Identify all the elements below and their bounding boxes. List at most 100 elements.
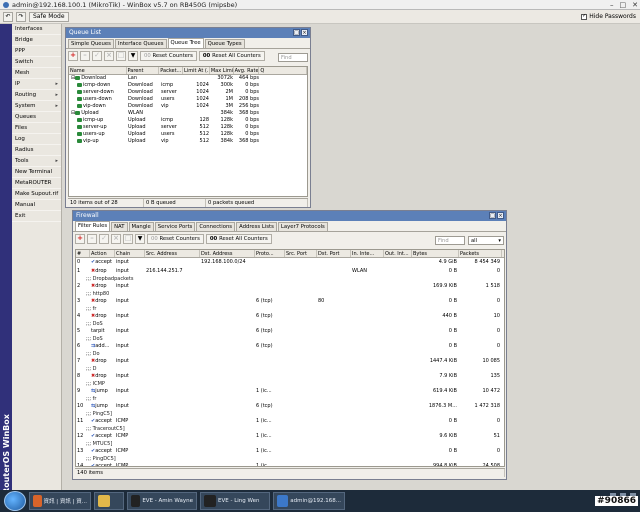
sidebar-item-ip[interactable]: IP ▸ (12, 79, 61, 90)
column-header[interactable]: Proto... (255, 250, 285, 257)
table-row[interactable]: server-down Download server 1024 2M 0 bps (69, 89, 307, 96)
minimize-icon[interactable]: – (610, 1, 614, 9)
table-row[interactable]: users-down Download users 1024 1M 208 bps (69, 96, 307, 103)
taskbar-item[interactable] (94, 492, 124, 510)
column-header[interactable]: Chain (115, 250, 145, 257)
tab-address-lists[interactable]: Address Lists (236, 222, 277, 231)
maximize-icon[interactable]: □ (620, 1, 627, 9)
sidebar-item-manual[interactable]: Manual (12, 200, 61, 211)
tab-connections[interactable]: Connections (196, 222, 236, 231)
tab-mangle[interactable]: Mangle (128, 222, 154, 231)
table-row[interactable]: ;;; Do 7 ✖drop input 1447.4 KiB 10 085 (76, 351, 504, 366)
column-header[interactable]: Dst. Address (200, 250, 255, 257)
filter-button[interactable]: ▼ (135, 233, 145, 244)
sidebar-item-log[interactable]: Log (12, 134, 61, 145)
sidebar-item-ppp[interactable]: PPP (12, 46, 61, 57)
hide-passwords-checkbox[interactable]: ✓ (581, 13, 588, 20)
undo-button[interactable]: ↶ (3, 11, 13, 22)
queue-window-title[interactable]: Queue List □ × (66, 28, 310, 38)
column-header[interactable]: Limit At (... (183, 67, 210, 74)
sidebar-item-interfaces[interactable]: Interfaces (12, 24, 61, 35)
comment-button[interactable]: □ (116, 50, 126, 61)
sidebar-item-switch[interactable]: Switch (12, 57, 61, 68)
column-header[interactable]: Dst. Port (317, 250, 351, 257)
sidebar-item-system[interactable]: System ▸ (12, 101, 61, 112)
table-row[interactable]: ;;; ICMP 9 ⇆jump input 1 (ic... 619.4 KiB 10 4… (76, 381, 504, 396)
table-row[interactable]: ;;; http80 3 ✖drop input 6 (tcp) 80 0 B0 (76, 291, 504, 306)
queue-find-input[interactable]: Find (278, 53, 308, 62)
sidebar-item-radius[interactable]: Radius (12, 145, 61, 156)
table-row[interactable]: ;;; fr 10 ⇆jump input 6 (tcp) 1876.3 M... 1 47… (76, 396, 504, 411)
tab-queue-types[interactable]: Queue Types (204, 39, 245, 48)
column-header[interactable]: Bytes (412, 250, 459, 257)
taskbar-item[interactable]: 資訊 | 資訊 | 資... (29, 492, 91, 510)
tab-interface-queues[interactable]: Interface Queues (114, 39, 167, 48)
table-row[interactable]: ;;; MTUC5] 13 ✔accept ICMP 1 (ic... 0 B0 (76, 441, 504, 456)
column-header[interactable]: Parent (127, 67, 160, 74)
table-row[interactable]: ;;; fr 4 ✖drop input 6 (tcp) 440 B 10 (76, 306, 504, 321)
enable-button[interactable]: ✓ (99, 233, 109, 244)
sidebar-item-files[interactable]: Files (12, 123, 61, 134)
table-row[interactable]: ;;; TraceroutC5] 12 ✔accept ICMP 1 (ic... 9.6… (76, 426, 504, 441)
firewall-window-title[interactable]: Firewall □ × (73, 211, 506, 221)
sidebar-item-make-supout-rif[interactable]: Make Supout.rif (12, 189, 61, 200)
table-row[interactable]: ⊟ Download Lan 3072k 464 bps (69, 75, 307, 82)
table-row[interactable]: users-up Upload users 512 128k 0 bps (69, 131, 307, 138)
reset-all-counters-button[interactable]: 00 Reset All Counters (198, 50, 265, 61)
table-row[interactable]: ;;; DoS 5 tarpit input 6 (tcp) 0 B0 (76, 321, 504, 336)
table-row[interactable]: server-up Upload server 512 128k 0 bps (69, 124, 307, 131)
column-header[interactable]: Q (259, 67, 307, 74)
table-row[interactable]: 0 ✔accept input 192.168.100.0/24 4.9 GiB 8 45… (76, 258, 504, 267)
taskbar-item[interactable]: EVE - Ling Wen (200, 492, 270, 510)
add-button[interactable]: + (75, 233, 85, 244)
close-icon[interactable]: ✕ (632, 1, 638, 9)
column-header[interactable]: Action (90, 250, 115, 257)
sidebar-item-exit[interactable]: Exit (12, 211, 61, 222)
column-header[interactable]: Packets (459, 250, 502, 257)
disable-button[interactable]: × (104, 50, 114, 61)
column-header[interactable]: Src. Port (285, 250, 317, 257)
column-header[interactable]: Avg. Rate (234, 67, 260, 74)
hide-passwords-toggle[interactable]: ✓ Hide Passwords (581, 13, 636, 20)
table-row[interactable]: icmp-up Upload icmp 128 128k 0 bps (69, 117, 307, 124)
sidebar-item-tools[interactable]: Tools ▸ (12, 156, 61, 167)
add-button[interactable]: + (68, 50, 78, 61)
table-row[interactable]: ⊟ Upload WLAN 384k 368 bps (69, 110, 307, 117)
sidebar-item-mesh[interactable]: Mesh (12, 68, 61, 79)
column-header[interactable]: Src. Address (145, 250, 200, 257)
chain-filter-select[interactable]: all ▾ (468, 236, 504, 245)
taskbar-item[interactable]: admin@192.168... (273, 492, 345, 510)
sidebar-item-queues[interactable]: Queues (12, 112, 61, 123)
column-header[interactable]: Out. Int... (384, 250, 412, 257)
tab-filter-rules[interactable]: Filter Rules (75, 221, 111, 231)
close-icon[interactable]: × (497, 212, 504, 219)
column-header[interactable]: Max Limi... (210, 67, 234, 74)
maximize-icon[interactable]: □ (489, 212, 496, 219)
tab-service-ports[interactable]: Service Ports (154, 222, 196, 231)
redo-button[interactable]: ↷ (16, 11, 26, 22)
maximize-icon[interactable]: □ (293, 29, 300, 36)
table-row[interactable]: icmp-down Download icmp 1024 300k 0 bps (69, 82, 307, 89)
tab-queue-tree[interactable]: Queue Tree (167, 38, 204, 48)
column-header[interactable]: In. Inte... (351, 250, 384, 257)
taskbar-item[interactable]: EVE - Amin Wayne (127, 492, 197, 510)
disable-button[interactable]: × (111, 233, 121, 244)
firewall-find-input[interactable]: Find (435, 236, 465, 245)
table-row[interactable]: ;;; PingDC5] 14 ✔accept ICMP 1 (ic... 994.8 K… (76, 456, 504, 466)
table-row[interactable]: vip-up Upload vip 512 384k 368 bps (69, 138, 307, 145)
table-row[interactable]: 1 ✖drop input 216.144.251.7 WLAN 0 B 0 (76, 267, 504, 276)
column-header[interactable]: Name (69, 67, 127, 74)
remove-button[interactable]: – (87, 233, 97, 244)
sidebar-item-metarouter[interactable]: MetaROUTER (12, 178, 61, 189)
enable-button[interactable]: ✓ (92, 50, 102, 61)
sidebar-item-bridge[interactable]: Bridge (12, 35, 61, 46)
tab-layer7-protocols[interactable]: Layer7 Protocols (277, 222, 328, 231)
start-button[interactable] (4, 491, 26, 511)
safe-mode-button[interactable]: Safe Mode (29, 11, 69, 22)
table-row[interactable]: vip-down Download vip 1024 3M 256 bps (69, 103, 307, 110)
reset-all-counters-button[interactable]: 00 Reset All Counters (205, 233, 272, 244)
table-row[interactable]: ;;; Dropbadpackets 2 ✖drop input 169.9 KiB 1 … (76, 276, 504, 291)
filter-button[interactable]: ▼ (128, 50, 138, 61)
table-row[interactable]: ;;; D 8 ✖drop input 7.9 KiB 135 (76, 366, 504, 381)
sidebar-item-new-terminal[interactable]: New Terminal (12, 167, 61, 178)
